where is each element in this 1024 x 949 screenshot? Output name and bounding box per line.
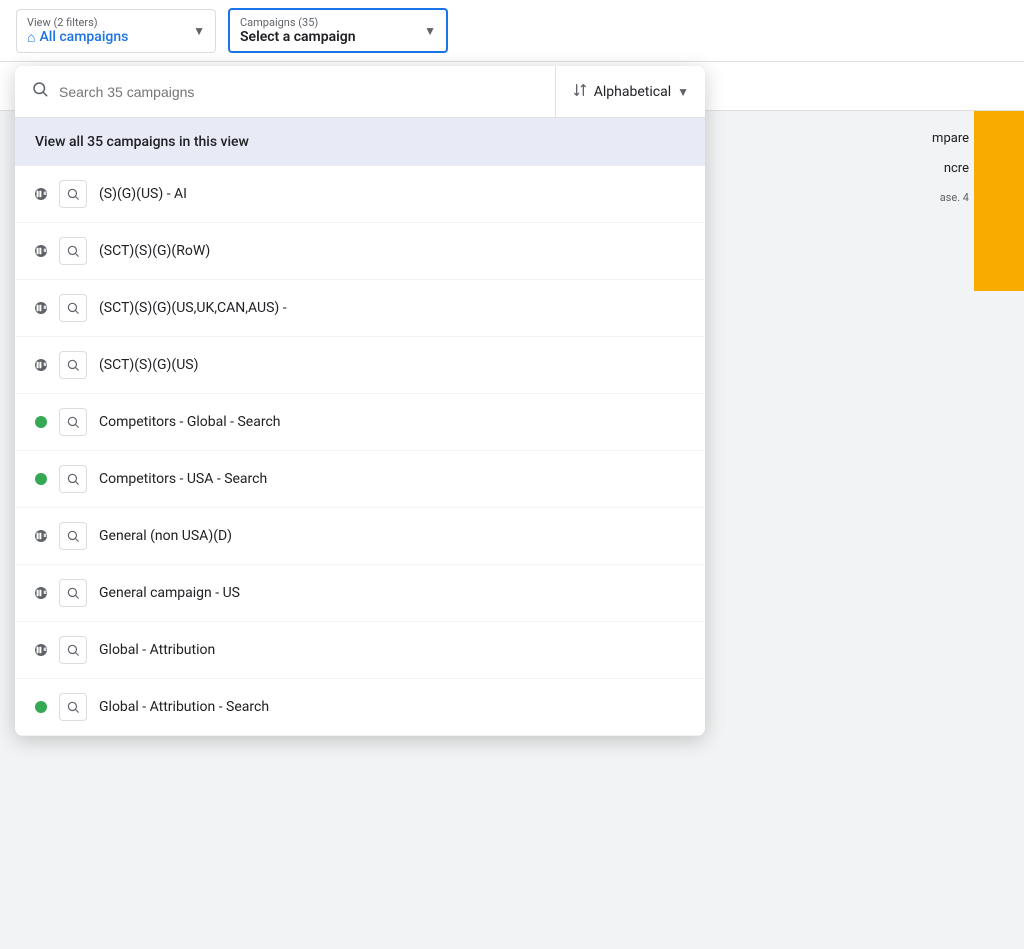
campaign-item[interactable]: General (non USA)(D) [15, 508, 705, 565]
view-all-row[interactable]: View all 35 campaigns in this view [15, 118, 705, 166]
campaign-label-main: Select a campaign [240, 29, 416, 45]
dropdown-search-row: Alphabetical ▼ [15, 66, 705, 118]
sort-label: Alphabetical [594, 84, 671, 100]
campaign-selector[interactable]: Campaigns (35) Select a campaign ▼ [228, 8, 448, 53]
campaign-name: (SCT)(S)(G)(US,UK,CAN,AUS) - [99, 300, 287, 316]
search-section [15, 66, 556, 117]
status-dot [35, 188, 47, 200]
campaign-name: Competitors - Global - Search [99, 414, 280, 430]
campaign-type-icon [59, 522, 87, 550]
campaign-item[interactable]: (SCT)(S)(G)(US,UK,CAN,AUS) - [15, 280, 705, 337]
campaign-type-icon [59, 465, 87, 493]
campaign-item[interactable]: Competitors - Global - Search [15, 394, 705, 451]
top-bar: View (2 filters) ⌂ All campaigns ▼ Campa… [0, 0, 1024, 62]
ase-text: ase. 4 [940, 191, 969, 204]
campaign-item[interactable]: Competitors - USA - Search [15, 451, 705, 508]
status-dot [35, 359, 47, 371]
campaign-item[interactable]: (SCT)(S)(G)(RoW) [15, 223, 705, 280]
campaign-name: General campaign - US [99, 585, 240, 601]
campaign-type-icon [59, 294, 87, 322]
campaign-item[interactable]: General campaign - US [15, 565, 705, 622]
campaign-type-icon [59, 237, 87, 265]
campaign-name: Global - Attribution [99, 642, 215, 658]
compare-text: mpare [932, 131, 969, 146]
status-dot [35, 587, 47, 599]
view-label-main: ⌂ All campaigns [27, 29, 185, 46]
campaign-name: (SCT)(S)(G)(US) [99, 357, 198, 373]
campaign-type-icon [59, 579, 87, 607]
campaign-item[interactable]: (S)(G)(US) - AI [15, 166, 705, 223]
campaign-type-icon [59, 408, 87, 436]
campaign-type-icon [59, 180, 87, 208]
search-icon [31, 80, 49, 103]
campaign-dropdown: Alphabetical ▼ View all 35 campaigns in … [15, 66, 705, 736]
campaign-name: General (non USA)(D) [99, 528, 232, 544]
campaign-name: (S)(G)(US) - AI [99, 186, 187, 202]
status-dot [35, 473, 47, 485]
home-icon: ⌂ [27, 29, 35, 46]
sort-chevron: ▼ [677, 85, 689, 99]
campaign-name: (SCT)(S)(G)(RoW) [99, 243, 210, 259]
sort-section[interactable]: Alphabetical ▼ [556, 68, 705, 116]
campaign-item[interactable]: Global - Attribution - Search [15, 679, 705, 736]
campaign-selector-inner: Campaigns (35) Select a campaign [240, 16, 416, 45]
campaign-label-small: Campaigns (35) [240, 16, 416, 29]
search-input[interactable] [59, 84, 539, 100]
campaign-type-icon [59, 693, 87, 721]
view-selector[interactable]: View (2 filters) ⌂ All campaigns ▼ [16, 9, 216, 53]
status-dot [35, 644, 47, 656]
campaign-item[interactable]: Global - Attribution [15, 622, 705, 679]
campaign-type-icon [59, 351, 87, 379]
campaign-type-icon [59, 636, 87, 664]
view-label-small: View (2 filters) [27, 16, 185, 29]
main-content: Overview mpare ncre ase. 4 [0, 111, 1024, 949]
status-dot [35, 530, 47, 542]
sort-icon [572, 82, 588, 102]
gold-bar [974, 111, 1024, 291]
status-dot [35, 416, 47, 428]
view-selector-inner: View (2 filters) ⌂ All campaigns [27, 16, 185, 46]
status-dot [35, 245, 47, 257]
campaign-selector-chevron: ▼ [424, 24, 436, 38]
status-dot [35, 302, 47, 314]
incre-text: ncre [944, 161, 969, 176]
campaign-name: Competitors - USA - Search [99, 471, 267, 487]
campaign-list: (S)(G)(US) - AI (SCT)(S)(G)(RoW) (SCT)(S… [15, 166, 705, 736]
campaign-name: Global - Attribution - Search [99, 699, 269, 715]
content-area: mpare ncre ase. 4 [260, 111, 1024, 949]
campaign-item[interactable]: (SCT)(S)(G)(US) [15, 337, 705, 394]
view-selector-chevron: ▼ [193, 24, 205, 38]
status-dot [35, 701, 47, 713]
